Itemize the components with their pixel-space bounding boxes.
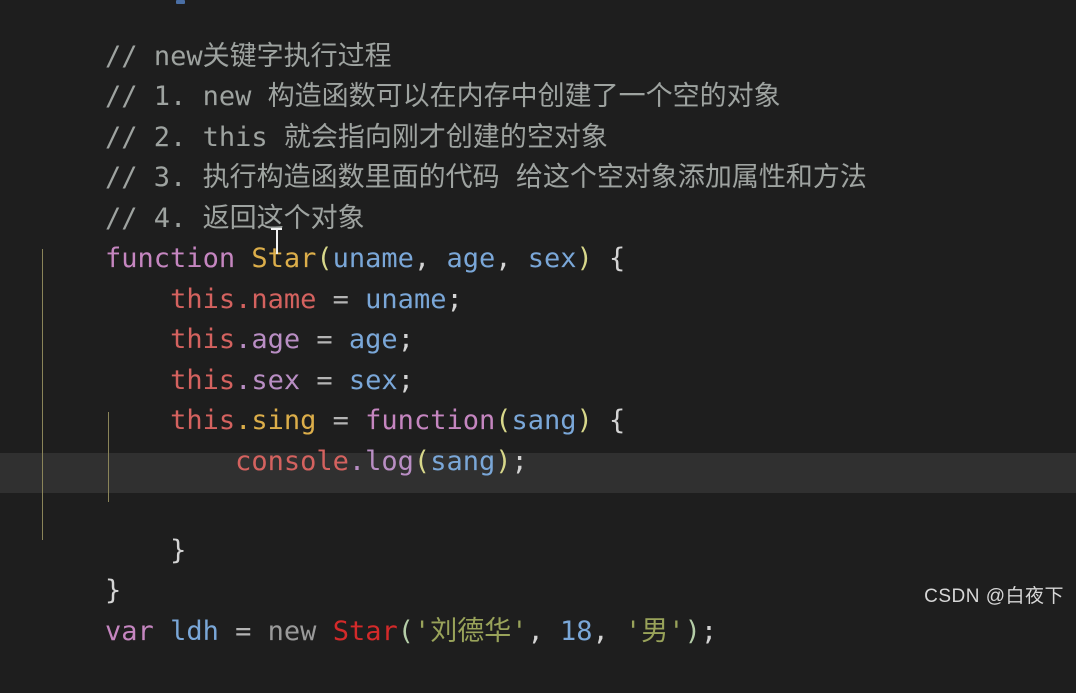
code-line-9[interactable]: this.sex = sex; [0, 320, 1076, 396]
string-name: '刘德华' [413, 615, 528, 647]
csdn-watermark: CSDN @白夜下 [924, 586, 1064, 607]
code-line-7[interactable]: this.name = uname; [0, 239, 1076, 315]
code-line-12[interactable] [0, 442, 1076, 483]
string-gender: '男' [625, 615, 685, 647]
code-line-4[interactable]: // 3. 执行构造函数里面的代码 给这个空对象添加属性和方法 [0, 118, 1076, 193]
number-age: 18 [560, 615, 593, 647]
code-line-10[interactable]: this.sing = function(sang) { [0, 361, 1076, 436]
code-line-15[interactable]: var ldh = new Star('刘德华', 18, '男'); [0, 571, 1076, 647]
code-line-3[interactable]: // 2. this 就会指向刚才创建的空对象 [0, 77, 1076, 153]
code-line-8[interactable]: this.age = age; [0, 280, 1076, 355]
code-line-14[interactable]: } [0, 531, 1076, 606]
code-line-2[interactable]: // 1. new 构造函数可以在内存中创建了一个空的对象 [0, 37, 1076, 112]
code-line-13[interactable]: } [0, 490, 1076, 566]
semicolon: ; [700, 615, 718, 647]
keyword-new: new [267, 615, 317, 647]
variable-ldh: ldh [170, 615, 219, 647]
constructor-star: Star [332, 615, 398, 647]
assign-operator: = [218, 615, 268, 647]
paren-open: ( [397, 615, 414, 647]
code-line-5[interactable]: // 4. 返回这个对象 [0, 158, 1076, 234]
code-line-6[interactable]: function Star(uname, age, sex) { [0, 199, 1076, 274]
code-line-1[interactable]: // new关键字执行过程 [0, 0, 1076, 72]
paren-close: ) [684, 615, 701, 647]
code-line-11[interactable]: console.log(sang); [0, 401, 1076, 477]
comma: , [527, 615, 561, 647]
keyword-var: var [105, 615, 154, 647]
code-editor[interactable]: // new关键字执行过程 // 1. new 构造函数可以在内存中创建了一个空… [0, 0, 1076, 647]
comma: , [592, 615, 626, 647]
